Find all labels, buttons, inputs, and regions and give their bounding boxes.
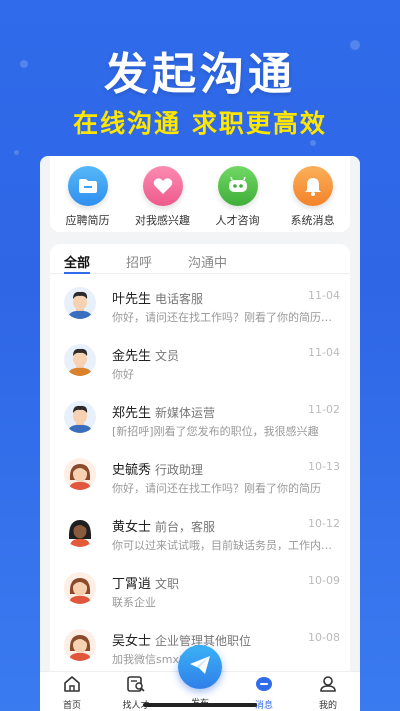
hero-title: 发起沟通 (104, 49, 296, 100)
avatar (64, 515, 96, 547)
avatar (64, 458, 96, 490)
message-date: 11-02 (308, 403, 340, 416)
contact-name: 金先生 (112, 349, 152, 364)
contact-name: 丁霄逍 (112, 577, 152, 592)
contact-role: 文职 (155, 577, 180, 591)
search-talent-icon (127, 676, 145, 696)
tab-greeting[interactable]: 招呼 (126, 244, 152, 273)
user-icon (319, 676, 337, 696)
tabbar-label: 消息 (254, 701, 273, 711)
message-preview: 你好，请问还在找工作吗？刚看了你的简历 (112, 482, 321, 495)
chat-robot-icon (217, 166, 258, 206)
home-icon (63, 676, 81, 696)
quick-action-system[interactable]: 系统消息 (278, 166, 348, 232)
tabbar-me[interactable]: 我的 (296, 672, 360, 711)
heart-icon (142, 166, 183, 206)
message-row[interactable]: 丁霄逍 文职 10-09 联系企业 (50, 560, 350, 617)
contact-name: 吴女士 (112, 634, 152, 649)
message-icon (255, 676, 273, 696)
folder-icon (67, 166, 108, 206)
quick-action-label: 应聘简历 (65, 214, 110, 227)
message-row[interactable]: 金先生 文员 11-04 你好 (50, 332, 350, 389)
tabbar-home[interactable]: 首页 (40, 672, 104, 711)
contact-name: 史毓秀 (112, 463, 152, 478)
paper-plane-icon (189, 655, 211, 679)
publish-button[interactable] (178, 645, 222, 689)
avatar (64, 344, 96, 376)
contact-name: 郑先生 (112, 406, 152, 421)
quick-action-interested[interactable]: 对我感兴趣 (128, 166, 198, 232)
quick-action-label: 对我感兴趣 (135, 214, 190, 227)
contact-role: 新媒体运营 (155, 406, 216, 420)
tab-all[interactable]: 全部 (64, 244, 91, 274)
message-date: 10-08 (308, 631, 340, 644)
tabbar-label: 我的 (318, 701, 337, 711)
message-preview: 加我微信smx88888 (112, 653, 214, 666)
message-row[interactable]: 叶先生电话客服 11-04 你好，请问还在找工作吗？刚看了你的简历，觉得还不错 (50, 275, 350, 332)
tab-communicating[interactable]: 沟通中 (188, 244, 227, 273)
contact-role: 行政助理 (155, 463, 204, 477)
quick-action-resume[interactable]: 应聘简历 (53, 166, 123, 232)
message-list: 叶先生电话客服 11-04 你好，请问还在找工作吗？刚看了你的简历，觉得还不错 … (50, 275, 350, 674)
message-date: 10-09 (308, 574, 340, 587)
quick-action-consult[interactable]: 人才咨询 (203, 166, 273, 232)
message-date: 11-04 (308, 289, 340, 302)
message-list-card: 全部 招呼 沟通中 叶先生 电话客服 11-04 你好，请问还在找工作吗？刚看了你… (50, 244, 350, 711)
quick-action-label: 系统消息 (290, 214, 335, 227)
message-preview: 你可以过来试试哦，目前缺话务员，工作内容简单 (112, 539, 340, 552)
message-date: 10-13 (308, 460, 340, 473)
bell-icon (292, 166, 333, 206)
tabbar-label: 首页 (62, 701, 81, 711)
message-preview: 你好 (112, 368, 134, 381)
contact-role: 文员 (155, 349, 180, 363)
message-preview: 你好，请问还在找工作吗？刚看了你的简历，觉得还不错 (112, 311, 340, 324)
contact-name: 叶先生 (112, 292, 152, 307)
message-preview: [新招呼]刚看了您发布的职位，我很感兴趣 (112, 425, 319, 438)
home-indicator (143, 703, 257, 707)
message-tabs: 全部 招呼 沟通中 (50, 244, 350, 274)
quick-action-label: 人才咨询 (215, 214, 260, 227)
avatar (64, 572, 96, 604)
contact-role: 前台，客服 (155, 520, 216, 534)
message-preview: 联系企业 (112, 596, 156, 609)
avatar (64, 287, 96, 319)
message-date: 11-04 (308, 346, 340, 359)
hero-subtitle: 在线沟通 求职更高效 (73, 109, 327, 138)
contact-role: 电话客服 (155, 292, 204, 306)
quick-actions: 应聘简历 对我感兴趣 人才咨询 系统消息 (50, 156, 350, 232)
contact-name: 黄女士 (112, 520, 152, 535)
message-row[interactable]: 郑先生 新媒体运营 11-02 [新招呼]刚看了您发布的职位，我很感兴趣 (50, 389, 350, 446)
message-row[interactable]: 黄女士 前台，客服 10-12 你可以过来试试哦，目前缺话务员，工作内容简单 (50, 503, 350, 560)
avatar (64, 629, 96, 661)
message-row[interactable]: 史毓秀 行政助理 10-13 你好，请问还在找工作吗？刚看了你的简历 (50, 446, 350, 503)
message-date: 10-12 (308, 517, 340, 530)
avatar (64, 401, 96, 433)
phone-screen: 应聘简历 对我感兴趣 人才咨询 系统消息 全部 招呼 沟通中 叶先生 电话客服 … (40, 156, 360, 711)
